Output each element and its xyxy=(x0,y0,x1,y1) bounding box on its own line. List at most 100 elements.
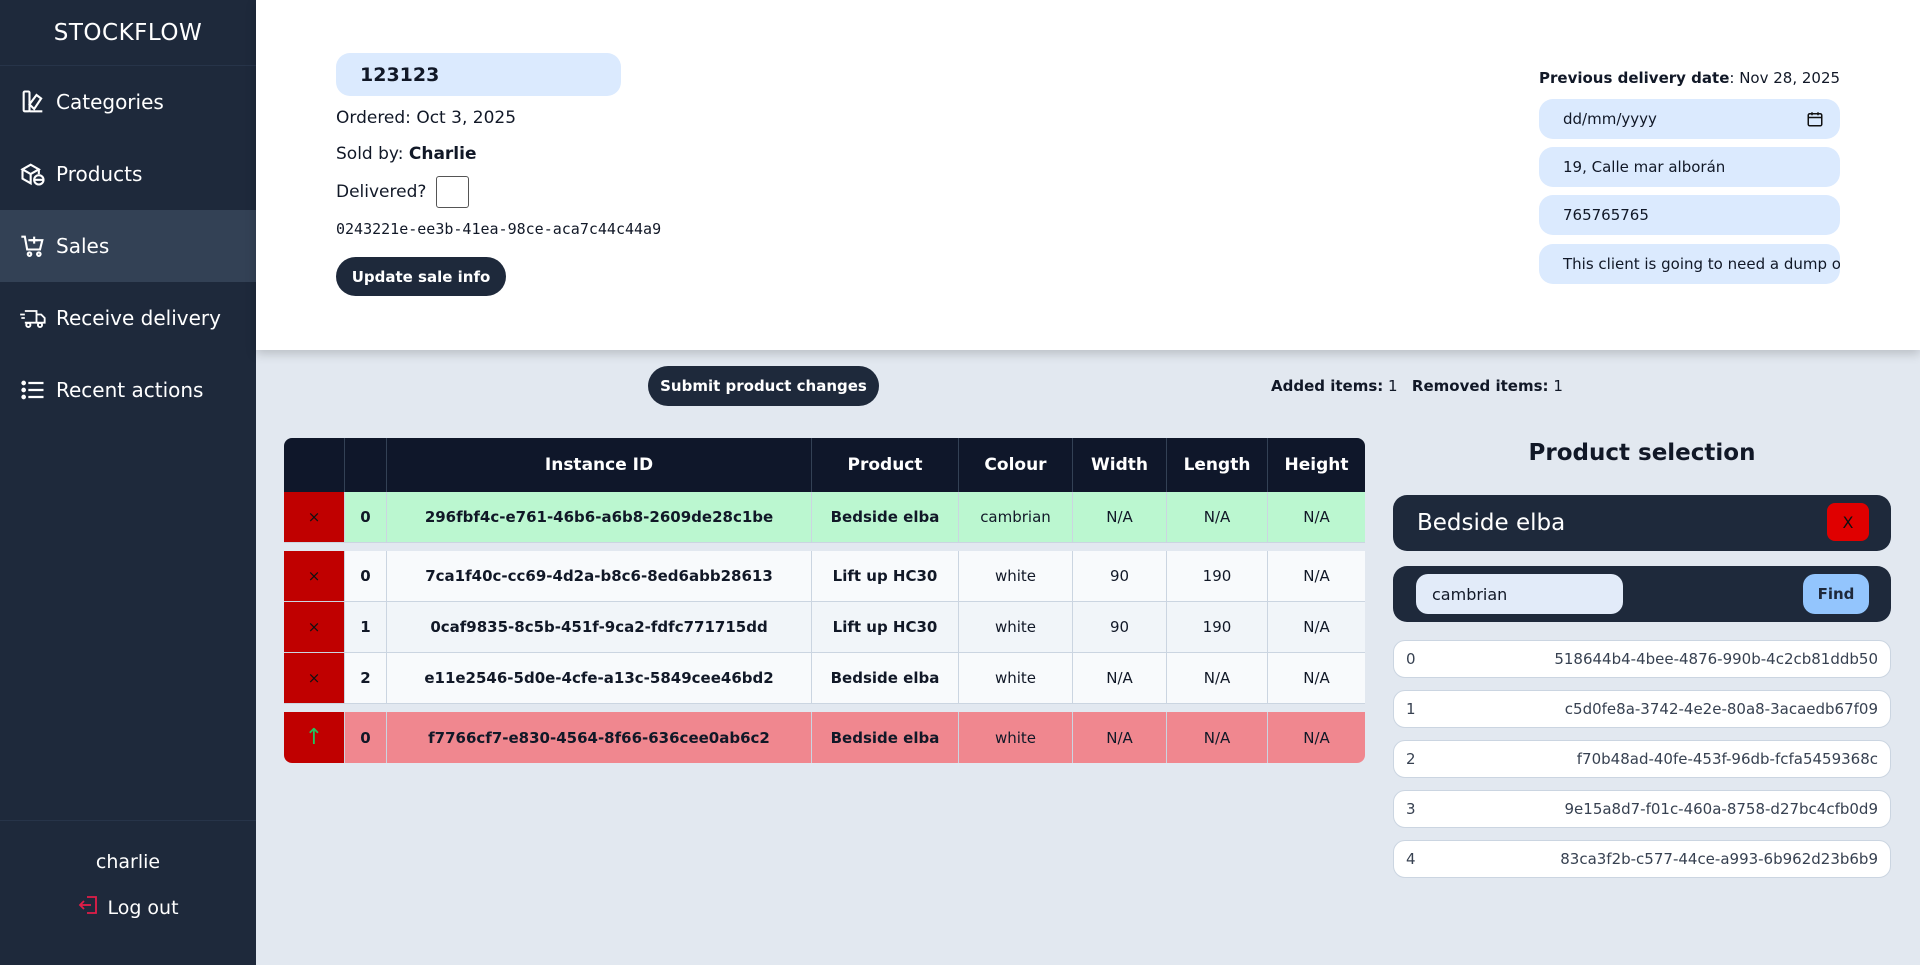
col-colour: Colour xyxy=(958,438,1072,492)
phone-field[interactable]: 765765765 xyxy=(1539,195,1840,235)
row-width: N/A xyxy=(1072,712,1166,763)
restore-row-button[interactable]: ↑ xyxy=(284,712,344,763)
date-placeholder: dd/mm/yyyy xyxy=(1563,110,1657,128)
instances-table: Instance ID Product Colour Width Length … xyxy=(284,438,1365,763)
result-item[interactable]: 4 83ca3f2b-c577-44ce-a993-6b962d23b6b9 xyxy=(1393,840,1891,878)
logout-label: Log out xyxy=(107,896,179,919)
result-index: 4 xyxy=(1406,850,1416,868)
sidebar-item-categories[interactable]: Categories xyxy=(0,66,256,138)
update-sale-button[interactable]: Update sale info xyxy=(336,257,506,296)
result-item[interactable]: 2 f70b48ad-40fe-453f-96db-fcfa5459368c xyxy=(1393,740,1891,778)
sale-info-panel: 123123 Ordered: Oct 3, 2025 Sold by: Cha… xyxy=(256,0,1920,350)
row-height: N/A xyxy=(1267,492,1365,543)
colour-search-input[interactable]: cambrian xyxy=(1416,574,1623,614)
result-item[interactable]: 3 9e15a8d7-f01c-460a-8758-d27bc4cfb0d9 xyxy=(1393,790,1891,828)
product-selection-title: Product selection xyxy=(1528,440,1756,466)
row-product: Bedside elba xyxy=(811,492,958,543)
ordered-line: Ordered: Oct 3, 2025 xyxy=(336,108,516,128)
col-instance-id: Instance ID xyxy=(386,438,811,492)
remove-row-button[interactable]: × xyxy=(284,551,344,602)
removed-items-count: 1 xyxy=(1553,377,1563,395)
sold-by-label: Sold by: xyxy=(336,144,404,164)
sidebar-item-sales[interactable]: Sales xyxy=(0,210,256,282)
row-instance-id: f7766cf7-e830-4564-8f66-636cee0ab6c2 xyxy=(386,712,811,763)
sale-id-field[interactable]: 123123 xyxy=(336,53,621,96)
result-index: 0 xyxy=(1406,650,1416,668)
address-field[interactable]: 19, Calle mar alborán xyxy=(1539,147,1840,187)
row-colour: white xyxy=(958,653,1072,704)
username: charlie xyxy=(95,851,161,873)
delivered-label: Delivered? xyxy=(336,182,427,202)
clear-product-button[interactable]: X xyxy=(1827,503,1869,541)
sidebar-item-label: Categories xyxy=(56,90,164,114)
row-height: N/A xyxy=(1267,551,1365,602)
result-item[interactable]: 1 c5d0fe8a-3742-4e2e-80a8-3acaedb67f09 xyxy=(1393,690,1891,728)
table-row: × 2 e11e2546-5d0e-4cfe-a13c-5849cee46bd2… xyxy=(284,653,1365,704)
delivery-date-input[interactable]: dd/mm/yyyy xyxy=(1539,99,1840,139)
row-instance-id: 296fbf4c-e761-46b6-a6b8-2609de28c1be xyxy=(386,492,811,543)
col-action xyxy=(284,438,344,492)
row-colour: white xyxy=(958,551,1072,602)
sold-by-line: Sold by: Charlie xyxy=(336,144,476,164)
result-index: 2 xyxy=(1406,750,1416,768)
remove-row-button[interactable]: × xyxy=(284,602,344,653)
sidebar-item-label: Products xyxy=(56,162,143,186)
delivered-checkbox[interactable] xyxy=(435,176,469,208)
col-height: Height xyxy=(1267,438,1365,492)
sale-uuid: 0243221e-ee3b-41ea-98ce-aca7c44c44a9 xyxy=(336,220,662,238)
row-product: Bedside elba xyxy=(811,653,958,704)
row-height: N/A xyxy=(1267,712,1365,763)
row-instance-id: e11e2546-5d0e-4cfe-a13c-5849cee46bd2 xyxy=(386,653,811,704)
sidebar-item-recent-actions[interactable]: Recent actions xyxy=(0,354,256,426)
added-items-count: 1 xyxy=(1388,377,1398,395)
row-length: 190 xyxy=(1166,602,1267,653)
remove-row-button[interactable]: × xyxy=(284,653,344,704)
submit-product-changes-button[interactable]: Submit product changes xyxy=(648,366,879,406)
result-item[interactable]: 0 518644b4-4bee-4876-990b-4c2cb81ddb50 xyxy=(1393,640,1891,678)
truck-icon xyxy=(18,303,48,333)
row-length: 190 xyxy=(1166,551,1267,602)
categories-icon xyxy=(18,87,48,117)
col-index xyxy=(344,438,386,492)
removed-items-label: Removed items: xyxy=(1411,377,1549,395)
row-index: 0 xyxy=(344,492,386,543)
calendar-icon[interactable] xyxy=(1806,110,1824,128)
row-colour: white xyxy=(958,602,1072,653)
selected-product-name: Bedside elba xyxy=(1417,510,1566,536)
row-product: Lift up HC30 xyxy=(811,602,958,653)
result-id: 83ca3f2b-c577-44ce-a993-6b962d23b6b9 xyxy=(1560,850,1878,868)
sidebar-item-products[interactable]: Products xyxy=(0,138,256,210)
result-id: c5d0fe8a-3742-4e2e-80a8-3acaedb67f09 xyxy=(1564,700,1878,718)
added-items-label: Added items: xyxy=(1271,377,1384,395)
logout-icon xyxy=(77,893,107,922)
change-counts: Added items: 1 Removed items: 1 xyxy=(1271,377,1563,395)
table-row-added: × 0 296fbf4c-e761-46b6-a6b8-2609de28c1be… xyxy=(284,492,1365,543)
remove-added-button[interactable]: × xyxy=(284,492,344,543)
table-row: × 1 0caf9835-8c5b-451f-9ca2-fdfc771715dd… xyxy=(284,602,1365,653)
row-index: 0 xyxy=(344,551,386,602)
result-id: 9e15a8d7-f01c-460a-8758-d27bc4cfb0d9 xyxy=(1564,800,1879,818)
sidebar-item-label: Sales xyxy=(56,234,110,258)
table-row: × 0 7ca1f40c-cc69-4d2a-b8c6-8ed6abb28613… xyxy=(284,551,1365,602)
row-length: N/A xyxy=(1166,492,1267,543)
find-button[interactable]: Find xyxy=(1803,574,1869,614)
row-colour: white xyxy=(958,712,1072,763)
row-spacer xyxy=(284,704,1365,712)
sidebar-item-receive-delivery[interactable]: Receive delivery xyxy=(0,282,256,354)
previous-delivery-date: Nov 28, 2025 xyxy=(1739,69,1841,87)
col-product: Product xyxy=(811,438,958,492)
result-id: f70b48ad-40fe-453f-96db-fcfa5459368c xyxy=(1576,750,1878,768)
row-length: N/A xyxy=(1166,712,1267,763)
row-index: 2 xyxy=(344,653,386,704)
list-icon xyxy=(18,375,48,405)
logout-button[interactable]: Log out xyxy=(77,893,179,922)
brand-logo[interactable]: STOCKFLOW xyxy=(0,0,256,66)
row-width: 90 xyxy=(1072,602,1166,653)
sidebar-item-label: Recent actions xyxy=(56,378,204,402)
user-block: charlie Log out xyxy=(0,820,256,965)
row-colour: cambrian xyxy=(958,492,1072,543)
row-index: 1 xyxy=(344,602,386,653)
sidebar-item-label: Receive delivery xyxy=(56,306,221,330)
notes-field[interactable]: This client is going to need a dump of t… xyxy=(1539,244,1840,284)
row-width: N/A xyxy=(1072,653,1166,704)
